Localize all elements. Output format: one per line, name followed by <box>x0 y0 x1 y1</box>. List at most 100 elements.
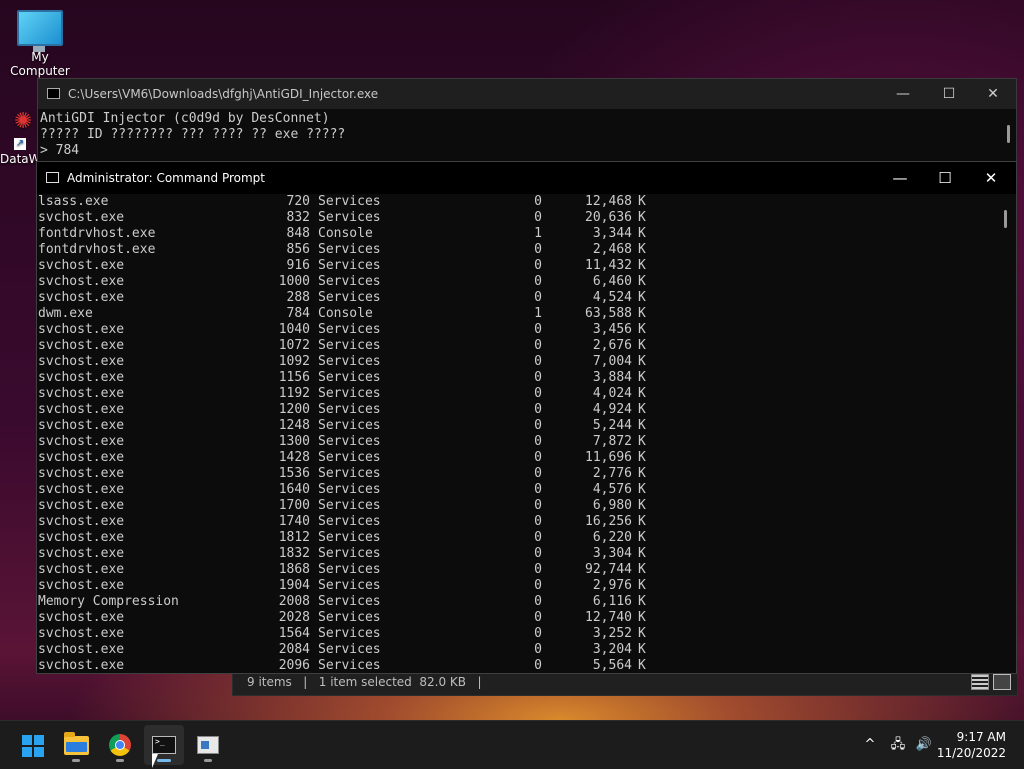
session-number: 0 <box>534 258 542 273</box>
process-row: svchost.exe 832 Services 0 20,636 K <box>38 210 658 226</box>
process-name: svchost.exe <box>38 370 125 385</box>
session-number: 0 <box>534 514 542 529</box>
memory-usage: 63,588 <box>585 306 632 321</box>
desktop-icon-dataw[interactable]: ✺ ↗ DataW <box>0 108 41 166</box>
process-pid: 1200 <box>278 402 310 417</box>
session-number: 0 <box>534 402 542 417</box>
memory-usage: 20,636 <box>585 210 632 225</box>
process-name: svchost.exe <box>38 578 125 593</box>
process-name: svchost.exe <box>38 562 125 577</box>
session-number: 0 <box>534 530 542 545</box>
memory-unit: K <box>638 258 646 273</box>
session-name: Services <box>318 530 381 545</box>
taskbar-command-prompt[interactable]: >_ <box>144 725 184 765</box>
session-number: 0 <box>534 482 542 497</box>
console-output: AntiGDI Injector (c0d9d by DesConnet)???… <box>38 109 1016 159</box>
title-bar[interactable]: Administrator: Command Prompt — ☐ ✕ <box>37 162 1016 194</box>
taskbar-file-explorer[interactable] <box>56 725 96 765</box>
memory-unit: K <box>638 466 646 481</box>
process-pid: 1868 <box>278 562 310 577</box>
memory-unit: K <box>638 402 646 417</box>
process-name: svchost.exe <box>38 434 125 449</box>
memory-unit: K <box>638 658 646 673</box>
process-pid: 1428 <box>278 450 310 465</box>
session-number: 1 <box>534 226 542 241</box>
memory-unit: K <box>638 626 646 641</box>
memory-usage: 6,460 <box>592 274 632 289</box>
maximize-button[interactable]: ☐ <box>922 162 968 194</box>
taskbar-app-window[interactable] <box>188 725 228 765</box>
session-number: 0 <box>534 594 542 609</box>
process-row: svchost.exe 916 Services 0 11,432 K <box>38 258 658 274</box>
process-row: svchost.exe 1832 Services 0 3,304 K <box>38 546 658 562</box>
process-name: svchost.exe <box>38 274 125 289</box>
memory-unit: K <box>638 498 646 513</box>
memory-unit: K <box>638 338 646 353</box>
process-pid: 720 <box>286 194 310 209</box>
desktop-icon-label: My Computer <box>10 50 70 78</box>
memory-unit: K <box>638 434 646 449</box>
session-name: Services <box>318 354 381 369</box>
process-name: svchost.exe <box>38 482 125 497</box>
command-prompt-window[interactable]: Administrator: Command Prompt — ☐ ✕ lsas… <box>36 161 1017 674</box>
details-view-button[interactable] <box>971 674 989 690</box>
process-pid: 2008 <box>278 594 310 609</box>
memory-unit: K <box>638 642 646 657</box>
process-pid: 848 <box>286 226 310 241</box>
system-clock[interactable]: 9:17 AM 11/20/2022 <box>937 729 1006 761</box>
session-name: Services <box>318 194 381 209</box>
process-pid: 856 <box>286 242 310 257</box>
session-name: Services <box>318 386 381 401</box>
session-name: Console <box>318 226 373 241</box>
process-row: svchost.exe 1300 Services 0 7,872 K <box>38 434 658 450</box>
memory-usage: 92,744 <box>585 562 632 577</box>
process-row: svchost.exe 1156 Services 0 3,884 K <box>38 370 658 386</box>
large-icons-view-button[interactable] <box>993 674 1011 690</box>
session-name: Services <box>318 610 381 625</box>
volume-icon[interactable]: 🔊 <box>912 721 936 769</box>
process-row: svchost.exe 2028 Services 0 12,740 K <box>38 610 658 626</box>
minimize-button[interactable]: — <box>877 162 923 194</box>
show-hidden-icons-chevron-icon[interactable]: ^ <box>860 721 880 769</box>
process-pid: 2096 <box>278 658 310 673</box>
title-bar[interactable]: C:\Users\VM6\Downloads\dfghj\AntiGDI_Inj… <box>38 79 1016 109</box>
session-name: Console <box>318 306 373 321</box>
memory-usage: 3,252 <box>592 626 632 641</box>
memory-unit: K <box>638 322 646 337</box>
session-number: 0 <box>534 498 542 513</box>
session-name: Services <box>318 242 381 257</box>
session-name: Services <box>318 418 381 433</box>
process-pid: 1832 <box>278 546 310 561</box>
close-button[interactable]: ✕ <box>970 79 1016 109</box>
minimize-button[interactable]: — <box>880 79 926 109</box>
scrollbar-thumb[interactable] <box>1004 210 1007 228</box>
session-name: Services <box>318 658 381 673</box>
process-row: svchost.exe 1904 Services 0 2,976 K <box>38 578 658 594</box>
process-name: svchost.exe <box>38 322 125 337</box>
close-button[interactable]: ✕ <box>968 162 1014 194</box>
session-name: Services <box>318 274 381 289</box>
session-number: 1 <box>534 306 542 321</box>
process-name: Memory Compression <box>38 594 179 609</box>
memory-usage: 2,676 <box>592 338 632 353</box>
memory-usage: 4,024 <box>592 386 632 401</box>
process-name: svchost.exe <box>38 658 125 673</box>
session-number: 0 <box>534 210 542 225</box>
session-name: Services <box>318 338 381 353</box>
process-name: svchost.exe <box>38 546 125 561</box>
process-row: svchost.exe 1428 Services 0 11,696 K <box>38 450 658 466</box>
taskbar-chrome[interactable] <box>100 725 140 765</box>
maximize-button[interactable]: ☐ <box>926 79 972 109</box>
process-row: svchost.exe 1640 Services 0 4,576 K <box>38 482 658 498</box>
windows-logo-icon <box>22 735 44 757</box>
network-icon[interactable]: 🖧 <box>886 721 910 769</box>
process-row: svchost.exe 1536 Services 0 2,776 K <box>38 466 658 482</box>
process-pid: 916 <box>286 258 310 273</box>
scrollbar-thumb[interactable] <box>1007 125 1010 143</box>
memory-unit: K <box>638 514 646 529</box>
memory-unit: K <box>638 482 646 497</box>
start-button[interactable] <box>12 725 52 765</box>
session-number: 0 <box>534 354 542 369</box>
desktop-icon-my-computer[interactable]: My Computer <box>2 8 78 78</box>
clock-time: 9:17 AM <box>956 730 1006 744</box>
